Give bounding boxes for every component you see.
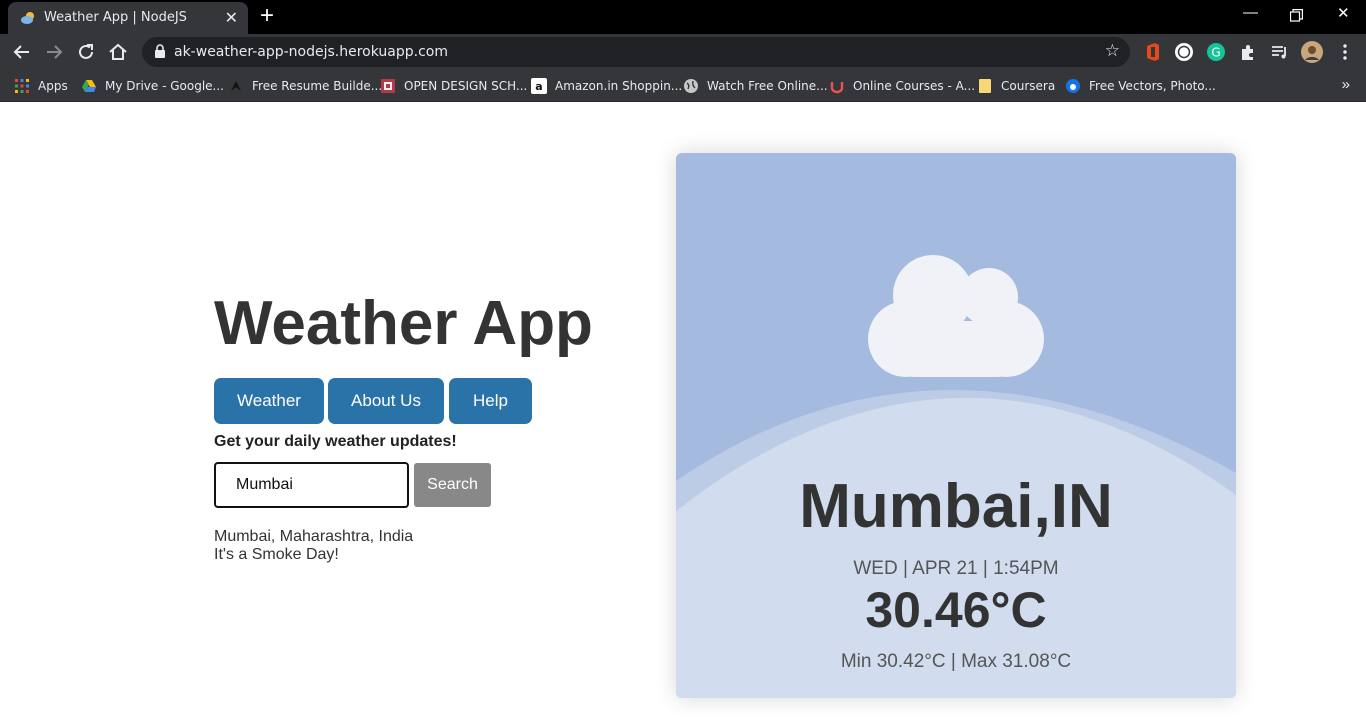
back-arrow-icon[interactable] [11,41,33,63]
bookmark-my-drive[interactable]: My Drive - Google... [81,77,224,95]
resume-builder-icon [231,81,241,91]
result-location: Mumbai, Maharashtra, India [214,528,414,545]
bookmarks-bar: Apps My Drive - Google... Free Resume Bu… [0,70,1366,102]
amazon-icon: a [531,78,547,94]
bookmark-label: My Drive - Google... [105,79,224,93]
bookmark-label: Free Resume Builde... [252,79,383,93]
bookmark-label: Apps [38,79,68,93]
media-queue-icon[interactable] [1270,42,1290,62]
bookmark-coursera[interactable]: Coursera [977,77,1055,95]
address-bar[interactable]: ak-weather-app-nodejs.herokuapp.com ☆ [142,37,1130,67]
udemy-icon [830,82,844,94]
forward-arrow-icon[interactable] [43,41,65,63]
bookmark-label: OPEN DESIGN SCH... [404,79,528,93]
min-max-temperature: Min 30.42°C | Max 31.08°C [840,651,1072,672]
tagline: Get your daily weather updates! [214,433,457,450]
temperature: 30.46°C [865,582,1047,638]
bookmark-label: Coursera [1001,79,1056,93]
grammarly-icon[interactable]: G [1206,42,1226,62]
window-close-icon[interactable]: ✕ [1337,4,1350,22]
location-search-input[interactable] [214,462,409,508]
google-drive-icon [82,80,96,92]
bookmark-free-vectors[interactable]: Free Vectors, Photo... [1065,77,1216,95]
bookmark-apps[interactable]: Apps [14,77,68,95]
lock-icon [155,44,165,58]
weather-nav-button[interactable]: Weather [214,378,324,424]
profile-avatar-icon[interactable] [1301,41,1323,63]
bookmark-resume-builder[interactable]: Free Resume Builde... [228,77,382,95]
svg-text:G: G [1211,46,1220,60]
minimize-icon[interactable]: — [1243,4,1258,21]
about-nav-button[interactable]: About Us [328,378,444,424]
url-text: ak-weather-app-nodejs.herokuapp.com [174,44,448,60]
browser-titlebar: Weather App | NodeJS ✕ + — ✕ [0,0,1366,34]
extension-circle-icon[interactable] [1174,42,1194,62]
apps-grid-icon [15,79,29,93]
close-icon[interactable]: ✕ [225,8,238,28]
svg-text:a: a [535,80,542,93]
bookmark-label: Free Vectors, Photo... [1089,79,1216,93]
bookmark-online-courses[interactable]: Online Courses - A... [829,77,975,95]
bookmark-open-design[interactable]: OPEN DESIGN SCH... [380,77,527,95]
weather-favicon-icon [21,12,34,24]
bookmark-star-icon[interactable]: ☆ [1105,41,1120,61]
browser-toolbar: ak-weather-app-nodejs.herokuapp.com ☆ G [0,34,1366,70]
bookmark-amazon[interactable]: a Amazon.in Shoppin... [531,77,682,95]
home-icon[interactable] [107,41,129,63]
page-title: Weather App [214,289,593,358]
restore-icon[interactable] [1290,9,1303,22]
weather-card: Mumbai,IN WED | APR 21 | 1:54PM 30.46°C … [676,153,1236,698]
date-time: WED | APR 21 | 1:54PM [853,558,1059,579]
office-icon[interactable] [1143,42,1163,62]
chevron-more-icon[interactable]: » [1342,76,1350,93]
new-tab-icon[interactable]: + [260,3,274,29]
bookmark-label: Watch Free Online... [707,79,828,93]
extensions-puzzle-icon[interactable] [1238,42,1258,62]
browser-tab[interactable]: Weather App | NodeJS ✕ [8,2,248,34]
tab-title: Weather App | NodeJS [44,10,187,25]
reload-icon[interactable] [75,41,97,63]
open-design-icon [381,79,395,93]
bookmark-label: Online Courses - A... [853,79,976,93]
result-message: It's a Smoke Day! [214,546,339,563]
freepik-icon [1066,79,1080,93]
bookmark-label: Amazon.in Shoppin... [555,79,683,93]
search-button[interactable]: Search [414,463,491,507]
globe-icon [684,79,698,93]
more-menu-icon[interactable] [1335,42,1355,62]
folder-icon [979,79,991,93]
city-name: Mumbai,IN [799,472,1113,541]
help-nav-button[interactable]: Help [449,378,532,424]
bookmark-watch-free[interactable]: Watch Free Online... [683,77,828,95]
